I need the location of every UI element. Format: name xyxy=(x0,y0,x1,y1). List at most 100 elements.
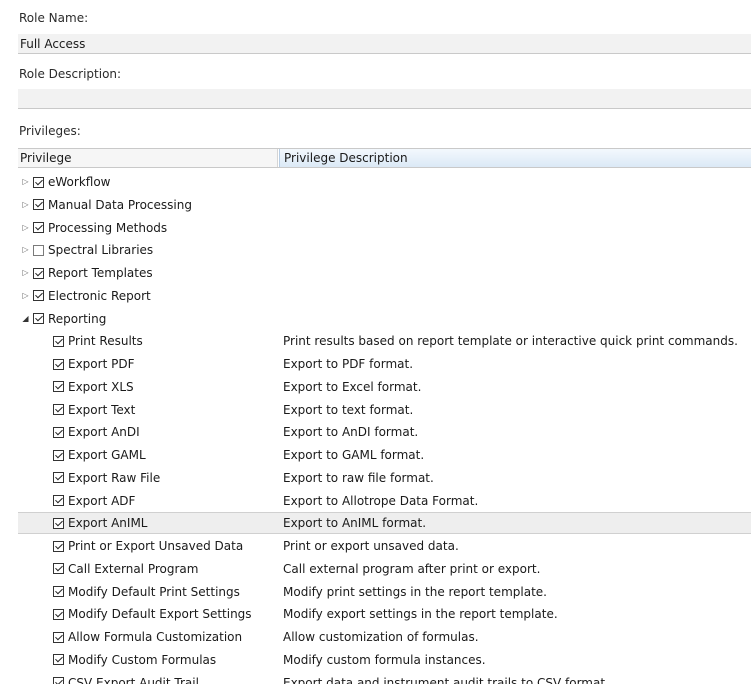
checkbox-checked[interactable] xyxy=(33,267,44,279)
privilege-description: Print results based on report template o… xyxy=(283,334,738,349)
checkbox-checked[interactable] xyxy=(33,222,44,233)
privilege-row[interactable]: Allow Formula Customization Allow customi… xyxy=(18,626,751,648)
privilege-label: Manual Data Processing xyxy=(48,197,192,212)
privilege-label: Modify Default Print Settings xyxy=(68,584,240,599)
privilege-description: Export to Allotrope Data Format. xyxy=(283,493,479,508)
checkbox-checked[interactable] xyxy=(53,654,64,666)
privilege-cell: Export Raw File xyxy=(18,467,160,489)
privilege-description: Export data and instrument audit trails … xyxy=(283,675,609,684)
privilege-cell: Modify Default Export Settings xyxy=(18,603,252,625)
privilege-cell: Allow Formula Customization xyxy=(18,626,242,648)
privilege-description: Allow customization of formulas. xyxy=(283,630,479,644)
privilege-row[interactable]: Modify Custom Formulas Modify custom form… xyxy=(18,649,751,671)
checkbox-checked[interactable] xyxy=(53,631,64,643)
privilege-description: Modify custom formula instances. xyxy=(283,652,486,667)
privilege-description: Export to raw file format. xyxy=(283,470,434,485)
checkbox-checked[interactable] xyxy=(53,540,64,552)
privileges-label: Privileges: xyxy=(19,124,81,138)
privilege-row[interactable]: Export AnDI Export to AnDI format. xyxy=(18,421,751,443)
privilege-label: Export PDF xyxy=(68,357,135,371)
checkbox-checked[interactable] xyxy=(53,404,64,415)
checkbox-checked[interactable] xyxy=(33,290,44,302)
role-description-field[interactable] xyxy=(18,89,751,109)
privilege-label: Allow Formula Customization xyxy=(68,630,243,644)
privilege-cell: ▷ Spectral Libraries xyxy=(18,239,153,261)
privilege-row[interactable]: Export ADF Export to Allotrope Data Forma… xyxy=(18,490,751,512)
privilege-cell: ◢ Reporting xyxy=(18,308,106,330)
collapsed-triangle-icon[interactable]: ▷ xyxy=(20,194,31,216)
privilege-description: Export to AnDI format. xyxy=(283,425,419,440)
column-header-privilege-description[interactable]: Privilege Description xyxy=(279,149,751,167)
privilege-group-row[interactable]: ◢ Reporting xyxy=(18,308,751,330)
collapsed-triangle-icon[interactable]: ▷ xyxy=(20,262,31,284)
privilege-description: Export to PDF format. xyxy=(283,357,414,371)
privilege-group-row[interactable]: ▷ Electronic Report xyxy=(18,285,751,307)
privilege-row[interactable]: Export GAML Export to GAML format. xyxy=(18,444,751,466)
privilege-group-row[interactable]: ▷ Processing Methods xyxy=(18,217,751,239)
privilege-group-row[interactable]: ▷ eWorkflow xyxy=(18,171,751,193)
privilege-cell: CSV Export Audit Trail xyxy=(18,672,199,684)
privilege-row[interactable]: Export AnIML Export to AnIML format. xyxy=(18,512,751,535)
role-name-field[interactable] xyxy=(18,34,751,54)
collapsed-triangle-icon[interactable]: ▷ xyxy=(20,217,31,239)
privilege-description: Modify export settings in the report tem… xyxy=(283,607,558,622)
checkbox-unchecked[interactable] xyxy=(33,244,44,256)
privilege-row[interactable]: Print or Export Unsaved Data Print or exp… xyxy=(18,535,751,557)
checkbox-checked[interactable] xyxy=(53,335,64,347)
privilege-cell: Print or Export Unsaved Data xyxy=(18,535,243,557)
checkbox-checked[interactable] xyxy=(53,381,64,393)
privilege-description: Print or export unsaved data. xyxy=(283,539,459,553)
collapsed-triangle-icon[interactable]: ▷ xyxy=(20,171,31,193)
checkbox-checked[interactable] xyxy=(53,586,64,597)
privileges-grid-header: Privilege Privilege Description xyxy=(18,148,751,168)
checkbox-checked[interactable] xyxy=(53,677,64,684)
role-name-input[interactable] xyxy=(18,34,751,53)
checkbox-checked[interactable] xyxy=(53,608,64,620)
privilege-description: Modify print settings in the report temp… xyxy=(283,584,547,599)
checkbox-checked[interactable] xyxy=(33,176,44,188)
checkbox-checked[interactable] xyxy=(53,449,64,461)
privilege-group-row[interactable]: ▷ Spectral Libraries xyxy=(18,239,751,261)
privilege-label: Call External Program xyxy=(68,561,199,576)
privilege-row[interactable]: Print Results Print results based on repo… xyxy=(18,330,751,352)
checkbox-checked[interactable] xyxy=(53,563,64,575)
checkbox-checked[interactable] xyxy=(53,426,64,438)
privilege-group-row[interactable]: ▷ Report Templates xyxy=(18,262,751,284)
privilege-row[interactable]: Export Text Export to text format. xyxy=(18,399,751,421)
privilege-row[interactable]: CSV Export Audit Trail Export data and in… xyxy=(18,672,751,684)
privilege-label: Export AnDI xyxy=(68,425,140,440)
privilege-row[interactable]: Call External Program Call external progr… xyxy=(18,558,751,580)
checkbox-checked[interactable] xyxy=(53,517,64,529)
privilege-cell: Modify Default Print Settings xyxy=(18,581,240,603)
privilege-row[interactable]: Export PDF Export to PDF format. xyxy=(18,353,751,375)
checkbox-checked[interactable] xyxy=(33,313,44,324)
collapsed-triangle-icon[interactable]: ▷ xyxy=(20,239,31,261)
privilege-row[interactable]: Export XLS Export to Excel format. xyxy=(18,376,751,398)
checkbox-checked[interactable] xyxy=(33,199,44,211)
privilege-cell: Export ADF xyxy=(18,490,135,512)
privilege-description: Export to text format. xyxy=(283,402,414,417)
privilege-label: Export ADF xyxy=(68,493,136,508)
role-description-input[interactable] xyxy=(18,89,751,108)
checkbox-checked[interactable] xyxy=(53,472,64,484)
privilege-cell: ▷ Processing Methods xyxy=(18,217,167,239)
expanded-triangle-icon[interactable]: ◢ xyxy=(20,308,31,330)
privilege-group-row[interactable]: ▷ Manual Data Processing xyxy=(18,194,751,216)
privileges-grid[interactable]: ▷ eWorkflow ▷ Manual Data Processing ▷ Proces… xyxy=(18,168,751,684)
collapsed-triangle-icon[interactable]: ▷ xyxy=(20,285,31,307)
privilege-cell: ▷ Electronic Report xyxy=(18,285,151,307)
privilege-label: Print Results xyxy=(68,334,143,349)
privilege-label: Electronic Report xyxy=(48,288,151,303)
privilege-label: Processing Methods xyxy=(48,220,168,235)
privilege-row[interactable]: Modify Default Print Settings Modify prin… xyxy=(18,581,751,603)
privilege-row[interactable]: Export Raw File Export to raw file format… xyxy=(18,467,751,489)
checkbox-checked[interactable] xyxy=(53,358,64,370)
privilege-label: Print or Export Unsaved Data xyxy=(68,539,244,553)
privilege-description: Export to Excel format. xyxy=(283,379,422,394)
privilege-cell: ▷ Manual Data Processing xyxy=(18,194,192,216)
privilege-label: CSV Export Audit Trail xyxy=(68,675,199,684)
privilege-row[interactable]: Modify Default Export Settings Modify exp… xyxy=(18,603,751,625)
privilege-label: Export Raw File xyxy=(68,470,161,485)
checkbox-checked[interactable] xyxy=(53,495,64,506)
column-header-privilege[interactable]: Privilege xyxy=(18,149,278,167)
